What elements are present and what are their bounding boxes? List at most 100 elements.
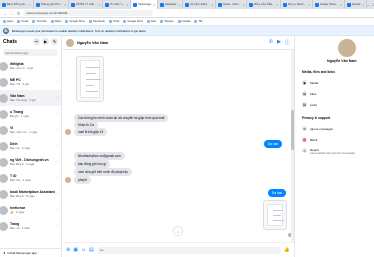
- close-tab-icon[interactable]: ×: [243, 3, 245, 7]
- chat-list-item[interactable]: Văn Nam Bạn: Dạ vâng · 3 giờ ⋯: [0, 90, 61, 106]
- new-message-icon[interactable]: ✎: [51, 38, 58, 45]
- close-tab-icon[interactable]: ×: [308, 3, 310, 7]
- close-tab-icon[interactable]: ×: [362, 3, 364, 7]
- links-item[interactable]: ⛓ Links: [302, 102, 317, 107]
- forward-icon[interactable]: →: [10, 11, 14, 16]
- back-icon[interactable]: ←: [3, 11, 7, 16]
- chat-list-item[interactable]: book Marketplace Assistant Bạn đã gửi · 5…: [0, 186, 61, 202]
- close-tab-icon[interactable]: ×: [153, 3, 155, 7]
- scroll-to-bottom-icon[interactable]: ↓: [174, 227, 182, 235]
- bookmark-label: Apps: [7, 20, 14, 23]
- more-options-icon[interactable]: ⋯: [55, 80, 59, 84]
- message-bubble[interactable]: phépit: [74, 176, 91, 184]
- bookmark-item[interactable]: Maps: [50, 20, 61, 23]
- bookmark-item[interactable]: Gmail: [17, 20, 28, 23]
- gif-icon[interactable]: ▤: [89, 247, 94, 253]
- conversation-title[interactable]: Nguyễn Văn Nam: [77, 41, 108, 45]
- image-attachment[interactable]: [76, 56, 104, 102]
- sticker-icon[interactable]: ☺: [81, 247, 86, 253]
- message-bubble[interactable]: bạc đồng gửi cho gì: [74, 160, 111, 168]
- address-bar[interactable]: www.messenger.com/t/100049...: [23, 10, 154, 16]
- browser-tab[interactable]: Messenger ×: [131, 0, 158, 9]
- bookmark-item[interactable]: Facebook: [89, 20, 105, 23]
- bookmark-item[interactable]: YouTube: [32, 20, 47, 23]
- more-options-icon[interactable]: ⋯: [55, 208, 59, 212]
- video-icon[interactable]: ▶: [277, 39, 281, 46]
- browser-tab[interactable]: Kiáº¿m thá»©... ×: [281, 0, 313, 9]
- more-options-icon[interactable]: ⋯: [55, 192, 59, 196]
- close-tab-icon[interactable]: ×: [178, 3, 180, 7]
- like-icon[interactable]: 👍: [284, 247, 290, 253]
- browser-tab[interactable]: Facebook ×: [158, 0, 184, 9]
- browser-tab[interactable]: Bá»n thÃ´ng tin... ×: [0, 0, 34, 9]
- close-tab-icon[interactable]: ×: [64, 3, 66, 7]
- media-item[interactable]: ▣ Media: [302, 80, 318, 85]
- more-options-icon[interactable]: ⋯: [33, 38, 40, 45]
- minimize-icon[interactable]: –: [367, 2, 369, 7]
- chat-list-item[interactable]: Dinh Bạn: ok · 2 ngày ⋯: [0, 138, 61, 154]
- message-input[interactable]: Aa: [96, 246, 281, 254]
- browser-tab[interactable]: Tin nháº¯n... ×: [103, 0, 132, 9]
- bookmark-item[interactable]: Tiki: [194, 20, 202, 23]
- bookmark-item[interactable]: Apps: [3, 20, 13, 23]
- more-options-icon[interactable]: ⋯: [55, 128, 59, 132]
- more-options-icon[interactable]: ⋯: [55, 64, 59, 68]
- plus-icon[interactable]: ⊕: [66, 247, 70, 253]
- chat-list-item[interactable]: ng Việt - Dichungviet.vn Bạn đã gửi · 3 n…: [0, 154, 61, 170]
- info-icon[interactable]: ⓘ: [285, 39, 290, 46]
- section-media-files-links[interactable]: Media, files and links: [302, 70, 335, 74]
- close-tab-icon[interactable]: ×: [340, 3, 342, 7]
- reload-icon[interactable]: ↻: [17, 11, 20, 16]
- video-call-icon[interactable]: ▶: [42, 38, 49, 45]
- chat-list-item[interactable]: ME PC Bạn: Ok · 5 giờ ⋯: [0, 74, 61, 90]
- image-attachment[interactable]: [263, 200, 287, 230]
- browser-tab[interactable]: Google Sheet... ×: [313, 0, 345, 9]
- phone-icon[interactable]: ✆: [269, 39, 273, 46]
- chat-list-item[interactable]: T ID Bạn: Dạ · 4 ngày ⋯: [0, 170, 61, 186]
- browser-tab[interactable]: BÃ¡o cÃ¡o ÄÃ£... ×: [247, 0, 281, 9]
- more-options-icon[interactable]: ⋯: [55, 96, 59, 100]
- report-item[interactable]: ⚠ Report Give feedback and report the co…: [302, 148, 355, 155]
- close-tab-icon[interactable]: ×: [98, 3, 100, 7]
- close-tab-icon[interactable]: ×: [29, 3, 31, 7]
- bookmark-item[interactable]: Lazada: [177, 20, 190, 23]
- close-tab-icon[interactable]: ×: [276, 3, 278, 7]
- close-tab-icon[interactable]: ×: [211, 3, 213, 7]
- browser-tab[interactable]: Invest - Ghim... ×: [216, 0, 248, 9]
- browser-tab[interactable]: (3) CÃ¡c ÄÆ¡n... ×: [183, 0, 217, 9]
- image-icon[interactable]: ▣: [73, 247, 78, 253]
- block-item[interactable]: ⛔ Block: [302, 137, 317, 142]
- more-options-icon[interactable]: ⋯: [55, 160, 59, 164]
- bookmark-item[interactable]: Trello: [108, 20, 119, 23]
- ignore-icon: ⊘: [302, 126, 307, 131]
- message-bubble[interactable]: Dạ bạn: [264, 140, 283, 148]
- avatar[interactable]: [338, 39, 356, 57]
- section-privacy-support[interactable]: Privacy & support: [302, 116, 330, 120]
- message-bubble[interactable]: Dạ bạn: [268, 189, 287, 197]
- more-options-icon[interactable]: ⋯: [55, 144, 59, 148]
- chat-list-item[interactable]: herfurnar 👍 · 6 ngày ⋯: [0, 202, 61, 218]
- browser-tab[interactable]: Upwork ×: [345, 0, 368, 9]
- chat-list-item[interactable]: ithNghia Bạn: Anh ơi · 2 giờ ⋯: [0, 58, 61, 74]
- chat-list-item[interactable]: u Thang Đã gửi · 1 ngày ⋯: [0, 106, 61, 122]
- search-input[interactable]: Search Messenger: [3, 49, 58, 56]
- browser-tab[interactable]: CÃ”NG TY CÆ ... ×: [69, 0, 104, 9]
- message-bubble[interactable]: Nhuthanhphuc.vn@gmail.com: [74, 152, 125, 160]
- chat-list-item[interactable]: Trang Bạn: ok · 1 tuần ⋯: [0, 218, 61, 234]
- chat-list-item[interactable]: Vi Bạn: Cảm ơn · 1 ngày ⋯: [0, 122, 61, 138]
- files-item[interactable]: ▤ Files: [302, 91, 316, 96]
- bookmark-item[interactable]: Google Docs: [123, 20, 143, 23]
- more-options-icon[interactable]: ⋯: [55, 176, 59, 180]
- bookmark-item[interactable]: Shopee: [160, 20, 174, 23]
- more-options-icon[interactable]: ⋯: [55, 112, 59, 116]
- ignore-messages-item[interactable]: ⊘ Ignore messages: [302, 126, 333, 131]
- message-bubble[interactable]: ncer sửa gửi bên mình đủ pháp lâu: [74, 168, 132, 176]
- message-bubble[interactable]: mail fb bla gặp 13: [74, 128, 108, 136]
- avatar[interactable]: [66, 38, 74, 47]
- more-options-icon[interactable]: ⋯: [55, 224, 59, 228]
- browser-tab[interactable]: Thá»ng ghi tÃ³m... ×: [34, 0, 69, 9]
- install-app-link[interactable]: ⬇ Install Messenger app: [0, 248, 61, 257]
- bookmark-item[interactable]: Google Drive: [65, 20, 85, 23]
- bookmark-item[interactable]: Zalo: [146, 20, 156, 23]
- close-tab-icon[interactable]: ×: [127, 3, 129, 7]
